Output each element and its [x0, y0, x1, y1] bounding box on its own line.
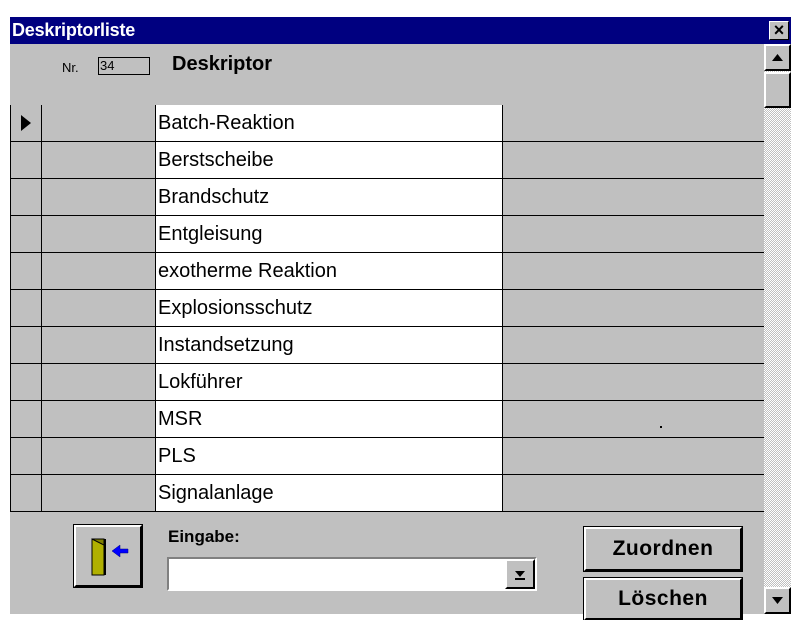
descriptor-cell[interactable]: Batch-Reaktion: [156, 105, 503, 141]
record-selector[interactable]: [10, 179, 42, 215]
descriptor-column-header: Deskriptor: [172, 53, 273, 75]
nr-count-value: 34: [100, 58, 115, 73]
exit-button[interactable]: [73, 524, 143, 588]
vertical-scrollbar[interactable]: [764, 44, 791, 614]
table-row[interactable]: Berstscheibe: [10, 142, 764, 179]
row-nr-cell: [42, 438, 156, 474]
table-row[interactable]: Signalanlage: [10, 475, 764, 512]
row-blank-cell: [503, 438, 764, 474]
row-blank-cell: [503, 364, 764, 400]
dropdown-arrow-icon: [515, 571, 525, 580]
arrow-down-icon: [772, 597, 783, 604]
descriptor-cell[interactable]: MSR: [156, 401, 503, 437]
row-nr-cell: [42, 179, 156, 215]
row-nr-cell: [42, 142, 156, 178]
record-selector[interactable]: [10, 475, 42, 511]
table-row[interactable]: Lokführer: [10, 364, 764, 401]
row-nr-cell: [42, 105, 156, 141]
row-blank-cell: [503, 401, 764, 437]
row-nr-cell: [42, 364, 156, 400]
table-row[interactable]: Batch-Reaktion: [10, 105, 764, 142]
descriptor-cell[interactable]: Entgleisung: [156, 216, 503, 252]
record-selector[interactable]: [10, 253, 42, 289]
row-nr-cell: [42, 327, 156, 363]
record-selector[interactable]: [10, 216, 42, 252]
eingabe-input[interactable]: [169, 559, 505, 589]
table-row[interactable]: exotherme Reaktion: [10, 253, 764, 290]
record-selector[interactable]: [10, 364, 42, 400]
descriptor-cell[interactable]: PLS: [156, 438, 503, 474]
table-row[interactable]: Explosionsschutz: [10, 290, 764, 327]
descriptor-cell[interactable]: Brandschutz: [156, 179, 503, 215]
record-selector[interactable]: [10, 290, 42, 326]
table-row[interactable]: Entgleisung: [10, 216, 764, 253]
descriptor-cell[interactable]: Lokführer: [156, 364, 503, 400]
descriptor-cell[interactable]: Berstscheibe: [156, 142, 503, 178]
row-blank-cell: [503, 216, 764, 252]
row-blank-cell: [503, 253, 764, 289]
scroll-up-button[interactable]: [764, 44, 791, 71]
row-nr-cell: [42, 253, 156, 289]
scroll-thumb[interactable]: [764, 72, 791, 108]
record-pointer-icon: [21, 115, 31, 131]
record-selector[interactable]: [10, 142, 42, 178]
descriptor-cell[interactable]: Instandsetzung: [156, 327, 503, 363]
record-selector[interactable]: [10, 401, 42, 437]
close-button[interactable]: ×: [769, 21, 789, 40]
table-row[interactable]: Instandsetzung: [10, 327, 764, 364]
row-nr-cell: [42, 216, 156, 252]
record-selector[interactable]: [10, 105, 42, 141]
descriptor-window: Deskriptorliste × Nr. 34 Deskriptor Batc…: [10, 17, 791, 620]
table-row[interactable]: Brandschutz: [10, 179, 764, 216]
descriptor-cell[interactable]: exotherme Reaktion: [156, 253, 503, 289]
row-nr-cell: [42, 290, 156, 326]
eingabe-combobox[interactable]: [167, 557, 537, 591]
row-blank-cell: [503, 142, 764, 178]
row-blank-cell: [503, 105, 764, 141]
exit-door-icon: [91, 538, 129, 576]
table-row[interactable]: MSR: [10, 401, 764, 438]
nr-label: Nr.: [62, 60, 79, 75]
title-bar[interactable]: Deskriptorliste ×: [10, 17, 791, 44]
stray-dot: [660, 426, 662, 428]
nr-count-field: 34: [98, 57, 150, 75]
row-nr-cell: [42, 401, 156, 437]
eingabe-label: Eingabe:: [168, 527, 240, 546]
row-blank-cell: [503, 290, 764, 326]
close-icon: ×: [773, 20, 785, 40]
scroll-down-button[interactable]: [764, 587, 791, 614]
row-blank-cell: [503, 179, 764, 215]
row-nr-cell: [42, 475, 156, 511]
row-blank-cell: [503, 475, 764, 511]
row-blank-cell: [503, 327, 764, 363]
eingabe-dropdown-button[interactable]: [505, 559, 535, 589]
record-selector[interactable]: [10, 327, 42, 363]
zuordnen-button[interactable]: Zuordnen: [583, 526, 743, 572]
table-row[interactable]: PLS: [10, 438, 764, 475]
descriptor-cell[interactable]: Signalanlage: [156, 475, 503, 511]
record-selector[interactable]: [10, 438, 42, 474]
window-title: Deskriptorliste: [12, 20, 136, 40]
arrow-up-icon: [772, 54, 783, 61]
descriptor-cell[interactable]: Explosionsschutz: [156, 290, 503, 326]
